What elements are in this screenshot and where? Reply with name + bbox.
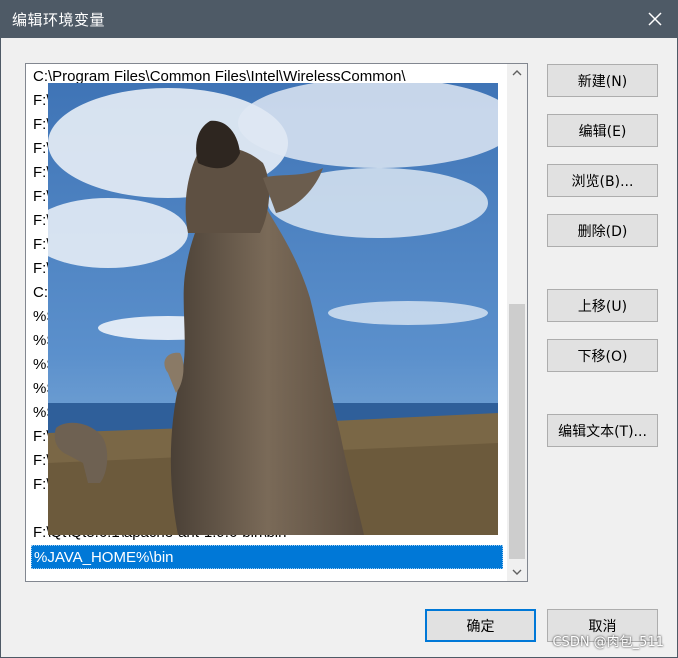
chevron-up-icon (512, 70, 522, 76)
title-bar: 编辑环境变量 (0, 0, 678, 38)
csdn-watermark: CSDN @肉包_511 (552, 635, 664, 650)
window-title: 编辑环境变量 (12, 11, 106, 29)
move-down-button[interactable]: 下移(O) (547, 339, 658, 372)
edit-button[interactable]: 编辑(E) (547, 114, 658, 147)
ok-button[interactable]: 确定 (425, 609, 536, 642)
scroll-down-button[interactable] (507, 564, 527, 581)
close-icon (648, 12, 662, 26)
move-up-button[interactable]: 上移(U) (547, 289, 658, 322)
chevron-down-icon (512, 569, 522, 575)
edit-text-button[interactable]: 编辑文本(T)... (547, 414, 658, 447)
scroll-thumb[interactable] (509, 304, 525, 559)
scroll-up-button[interactable] (507, 64, 527, 81)
close-button[interactable] (632, 0, 678, 38)
vertical-scrollbar[interactable] (507, 64, 527, 581)
new-button[interactable]: 新建(N) (547, 64, 658, 97)
list-item-selected[interactable]: %JAVA_HOME%\bin (31, 545, 503, 569)
kangaroo-photo (48, 83, 498, 535)
browse-button[interactable]: 浏览(B)... (547, 164, 658, 197)
delete-button[interactable]: 删除(D) (547, 214, 658, 247)
